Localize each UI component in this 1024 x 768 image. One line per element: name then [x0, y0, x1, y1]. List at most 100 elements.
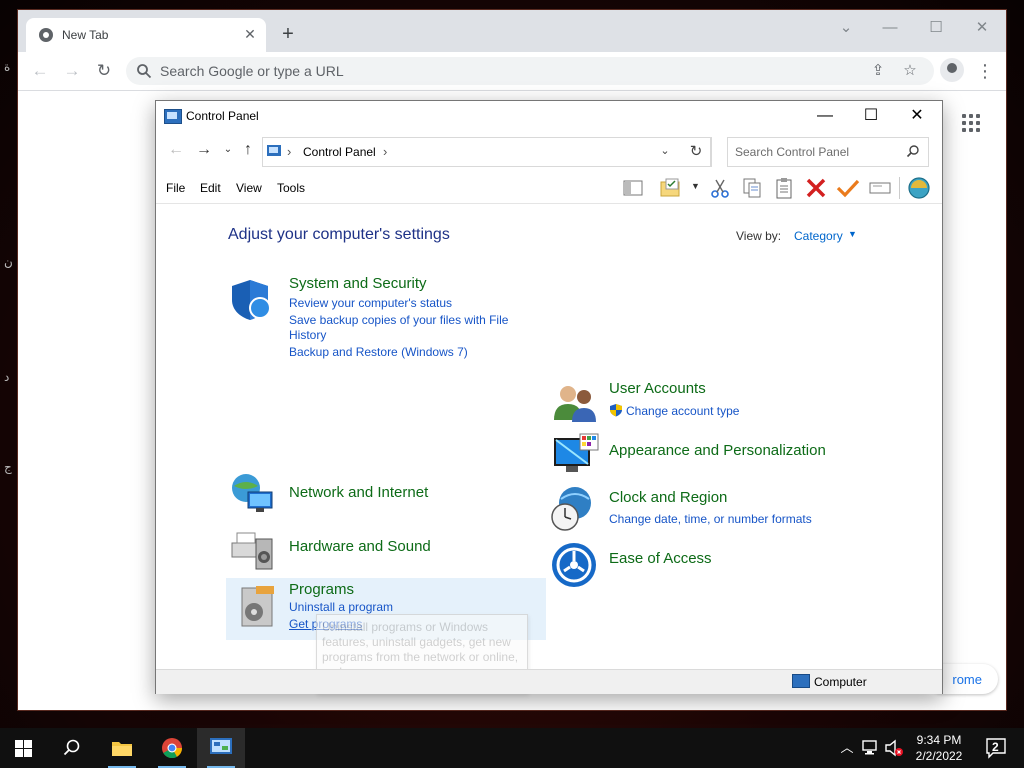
desktop-glyph: ﻥ — [4, 255, 13, 269]
category-title[interactable]: System and Security — [289, 275, 427, 292]
taskbar-search-icon[interactable] — [63, 739, 81, 757]
search-input[interactable]: Search Control Panel — [727, 137, 929, 167]
chevron-right-icon[interactable]: › — [383, 144, 387, 159]
control-panel-icon — [210, 738, 232, 754]
computer-icon — [792, 674, 810, 688]
content-area: Adjust your computer's settings View by:… — [156, 204, 942, 694]
omnibox[interactable]: Search Google or type a URL ⇪ ☆ — [126, 57, 934, 85]
category-title[interactable]: Ease of Access — [609, 550, 712, 567]
breadcrumb-control-panel[interactable]: Control Panel — [303, 145, 376, 159]
category-title[interactable]: Clock and Region — [609, 489, 727, 506]
tab-new-tab[interactable]: New Tab ✕ — [26, 18, 266, 52]
copy-icon[interactable] — [739, 176, 765, 200]
up-arrow-icon[interactable]: ↑ — [238, 140, 258, 160]
status-bar: Computer — [156, 669, 942, 694]
cp-minimize-button[interactable]: — — [802, 101, 848, 131]
category-title[interactable]: User Accounts — [609, 380, 706, 397]
cp-close-button[interactable]: ✕ — [894, 101, 940, 131]
appearance-monitor-icon[interactable] — [552, 432, 600, 480]
profile-avatar[interactable] — [940, 58, 964, 82]
bookmark-star-icon[interactable]: ☆ — [900, 61, 920, 81]
address-row: ← → ⌄ ↑ › Control Panel › ⌄ ↻ Search Con… — [156, 135, 942, 167]
refresh-button[interactable]: ↻ — [682, 137, 711, 167]
maximize-button[interactable]: ☐ — [916, 14, 956, 42]
share-icon[interactable]: ⇪ — [868, 61, 888, 81]
tab-title: New Tab — [62, 28, 109, 42]
link-file-history-cont[interactable]: History — [289, 328, 326, 342]
notification-center-button[interactable]: 2 — [984, 736, 1008, 760]
category-title[interactable]: Appearance and Personalization — [609, 442, 826, 459]
new-tab-button[interactable]: + — [276, 23, 300, 47]
tab-search-button[interactable]: ⌄ — [826, 14, 866, 42]
back-arrow-icon[interactable]: ← — [166, 140, 186, 160]
layout-pane-icon[interactable] — [620, 176, 646, 200]
desktop-glyph: ﺓ — [4, 60, 11, 74]
chevron-up-icon[interactable]: ︿ — [838, 738, 856, 758]
clock-globe-icon[interactable] — [549, 485, 597, 533]
close-button[interactable]: ✕ — [962, 14, 1002, 42]
desktop-glyph: ﺝ — [4, 460, 12, 474]
rename-box-icon[interactable] — [867, 176, 893, 200]
link-uninstall-program[interactable]: Uninstall a program — [289, 600, 393, 614]
forward-arrow-icon[interactable]: → — [194, 140, 214, 160]
address-bar[interactable]: › Control Panel › ⌄ — [262, 137, 712, 167]
reload-icon[interactable]: ↻ — [92, 59, 116, 83]
chrome-toolbar: ← → ↻ Search Google or type a URL ⇪ ☆ ⋮ — [18, 52, 1006, 91]
menu-tools[interactable]: Tools — [277, 181, 305, 195]
link-backup-restore[interactable]: Backup and Restore (Windows 7) — [289, 345, 468, 359]
back-arrow-icon[interactable]: ← — [28, 59, 52, 83]
network-icon[interactable] — [862, 740, 880, 756]
apps-grid-icon[interactable] — [962, 114, 980, 132]
toolbar-divider — [899, 177, 900, 199]
taskbar-chrome[interactable] — [148, 728, 196, 768]
taskbar-control-panel[interactable] — [197, 728, 245, 768]
taskbar-file-explorer[interactable] — [98, 728, 146, 768]
link-file-history[interactable]: Save backup copies of your files with Fi… — [289, 313, 508, 327]
page-title: Adjust your computer's settings — [228, 226, 450, 243]
globe-shell-icon[interactable] — [906, 176, 932, 200]
link-date-time-formats[interactable]: Change date, time, or number formats — [609, 512, 812, 526]
kebab-menu-icon[interactable]: ⋮ — [976, 59, 994, 83]
category-title[interactable]: Programs — [289, 581, 354, 598]
checkmark-icon[interactable] — [835, 176, 861, 200]
cp-maximize-button[interactable]: ☐ — [848, 101, 894, 131]
search-icon — [137, 64, 152, 79]
view-by-dropdown[interactable]: Category — [794, 229, 843, 243]
chevron-right-icon[interactable]: › — [287, 144, 291, 159]
recent-dropdown-icon[interactable]: ⌄ — [218, 140, 238, 160]
user-accounts-icon[interactable] — [552, 380, 600, 428]
link-review-status[interactable]: Review your computer's status — [289, 296, 452, 310]
volume-muted-icon[interactable] — [884, 739, 904, 757]
link-change-account-type[interactable]: Change account type — [626, 404, 739, 418]
menu-file[interactable]: File — [166, 181, 185, 195]
printer-speaker-icon[interactable] — [228, 525, 276, 573]
clock-time: 9:34 PM — [916, 733, 962, 747]
menu-view[interactable]: View — [236, 181, 262, 195]
shield-icon[interactable] — [228, 276, 276, 324]
ease-of-access-icon[interactable] — [550, 541, 598, 589]
taskbar: ︿ 9:34 PM 2/2/2022 2 — [0, 728, 1024, 768]
category-title[interactable]: Network and Internet — [289, 484, 428, 501]
forward-arrow-icon[interactable]: → — [60, 59, 84, 83]
chrome-logo-icon — [162, 738, 183, 759]
view-by-label: View by: — [736, 229, 782, 243]
windows-start-icon[interactable] — [15, 740, 32, 757]
chevron-down-icon[interactable]: ▼ — [691, 181, 700, 191]
minimize-button[interactable]: — — [870, 14, 910, 42]
menu-edit[interactable]: Edit — [200, 181, 221, 195]
paste-clipboard-icon[interactable] — [771, 176, 797, 200]
category-title[interactable]: Hardware and Sound — [289, 538, 431, 555]
window-title: Control Panel — [186, 109, 259, 123]
chevron-down-icon[interactable]: ⌄ — [657, 144, 673, 157]
search-icon — [906, 145, 919, 158]
system-clock[interactable]: 9:34 PM 2/2/2022 — [908, 732, 970, 764]
network-globe-icon[interactable] — [228, 470, 276, 518]
tab-close-icon[interactable]: ✕ — [242, 26, 258, 42]
clock-date: 2/2/2022 — [915, 749, 963, 763]
cut-scissors-icon[interactable] — [707, 176, 733, 200]
delete-x-icon[interactable] — [803, 176, 829, 200]
programs-disc-icon[interactable] — [234, 582, 282, 630]
caret-down-icon[interactable]: ▼ — [848, 229, 857, 239]
control-panel-icon — [267, 145, 281, 156]
properties-folder-icon[interactable] — [658, 176, 684, 200]
